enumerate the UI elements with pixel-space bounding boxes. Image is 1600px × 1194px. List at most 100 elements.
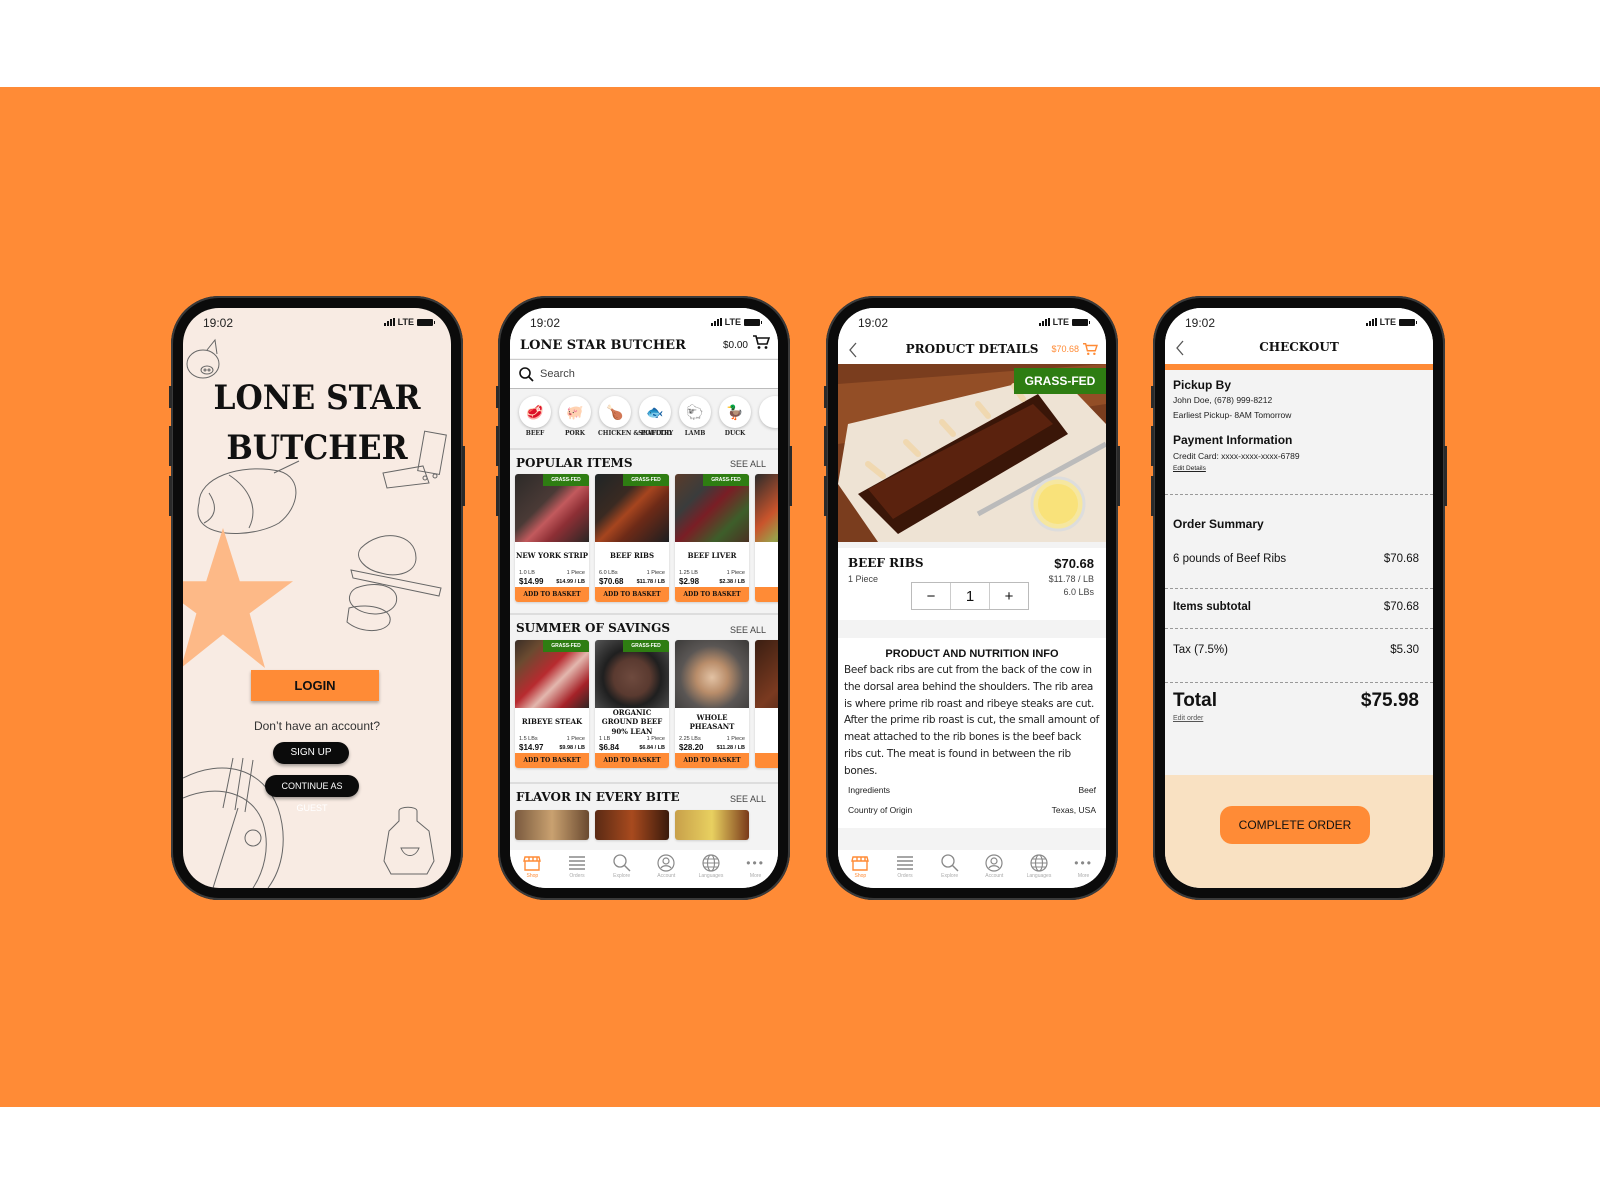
sign-up-button[interactable]: SIGN UP [273,742,349,764]
ribs-sketch-icon [183,757,284,888]
add-to-basket-button[interactable]: ADD TO BASKET [675,753,749,768]
shop-icon [523,856,542,871]
product-price: $14.97 [519,743,544,752]
pickup-time: Earliest Pickup- 8AM Tomorrow [1173,410,1292,420]
cart-icon[interactable] [752,334,770,350]
tab-explore[interactable]: Explore [602,854,642,888]
tab-account[interactable]: Account [974,854,1014,888]
add-to-basket-button[interactable]: ADD TO BASKET [675,587,749,602]
product-card-partial[interactable] [675,810,749,840]
see-all-popular-link[interactable]: SEE ALL [730,459,766,469]
tab-more[interactable]: ••• More [736,854,776,888]
product-card-partial[interactable] [755,474,778,602]
tab-more[interactable]: ••• More [1064,854,1104,888]
product-card[interactable]: GRASS-FED RIBEYE STEAK 1.5 LBs 1 Piece $… [515,640,589,768]
status-bar: 19:02 LTE [838,308,1106,336]
status-time: 19:02 [858,316,889,330]
subtotal-label: Items subtotal [1173,601,1251,613]
edit-order-link[interactable]: Edit order [1173,715,1203,722]
search-input[interactable]: Search [540,368,575,380]
add-to-basket-button[interactable] [755,587,778,602]
globe-icon [702,854,720,872]
status-time: 19:02 [530,316,561,330]
bottom-tab-bar: Shop Orders Explore Account Languages ••… [510,850,778,888]
complete-order-button[interactable]: COMPLETE ORDER [1220,806,1370,844]
category-seafood[interactable]: 🐟 SEAFOOD [638,396,672,437]
product-card-partial[interactable] [515,810,589,840]
product-card-partial[interactable] [595,810,669,840]
category-beef[interactable]: 🥩 BEEF [518,396,552,437]
add-to-basket-button[interactable]: ADD TO BASKET [515,587,589,602]
divider [510,448,778,450]
tax-label: Tax (7.5%) [1173,644,1228,656]
product-weight: 1.0 LB [519,570,535,576]
product-price-per-lb: $2.38 / LB [719,579,745,585]
app-title-line-2: BUTCHER [226,428,408,468]
checkout-header: CHECKOUT [1165,334,1433,364]
category-pork[interactable]: 🐖 PORK [558,396,592,437]
shop-screen: 19:02 LTE LONE STAR BUTCHER $0.00 Search… [510,308,778,888]
line-item-name: 6 pounds of Beef Ribs [1173,553,1287,565]
product-card[interactable]: GRASS-FED BEEF LIVER 1.25 LB 1 Piece $2.… [675,474,749,602]
header-cart[interactable]: $70.68 [1051,342,1098,356]
add-to-basket-button[interactable]: ADD TO BASKET [595,587,669,602]
apron-sketch-icon [383,806,435,875]
cart-icon [1083,343,1098,356]
network-label: LTE [397,317,414,327]
product-card[interactable]: GRASS-FED NEW YORK STRIP 1.0 LB 1 Piece … [515,474,589,602]
decrease-quantity-button[interactable]: − [912,583,951,609]
quantity-value[interactable]: 1 [951,583,990,609]
tab-shop[interactable]: Shop [840,854,880,888]
category-chicken[interactable]: 🍗 CHICKEN & POULTRY [598,396,673,437]
tab-shop[interactable]: Shop [512,854,552,888]
add-to-basket-button[interactable]: ADD TO BASKET [515,753,589,768]
category-lamb[interactable]: 🐑 LAMB [678,396,712,437]
checkout-body: Pickup By John Doe, (678) 999-8212 Earli… [1165,370,1433,775]
tab-languages[interactable]: Languages [1019,854,1059,888]
increase-quantity-button[interactable]: + [990,583,1028,609]
product-pieces: 1 Piece [566,736,585,742]
edit-details-link[interactable]: Edit Details [1173,465,1206,472]
divider [1165,682,1433,683]
product-card[interactable]: GRASS-FED BEEF RIBS 6.0 LBs 1 Piece $70.… [595,474,669,602]
tab-languages[interactable]: Languages [691,854,731,888]
product-price-per-lb: $11.78 / LB [1048,574,1094,584]
tab-orders[interactable]: Orders [557,854,597,888]
product-pieces: 1 Piece [646,736,665,742]
add-to-basket-button[interactable] [755,753,778,768]
category-more[interactable] [758,396,778,428]
pig-icon: 🐖 [559,396,591,428]
tab-account[interactable]: Account [646,854,686,888]
fact-value: Texas, USA [1051,804,1096,815]
payment-card: Credit Card: xxxx-xxxx-xxxx-6789 [1173,451,1300,461]
search-bar[interactable]: Search [510,359,778,389]
product-screen: 19:02 LTE PRODUCT DETAILS $70.68 GRASS-F… [838,308,1106,888]
see-all-summer-link[interactable]: SEE ALL [730,625,766,635]
category-duck[interactable]: 🦆 DUCK [718,396,752,437]
divider [1165,628,1433,629]
signal-icon [1365,318,1377,326]
product-card[interactable]: GRASS-FED ORGANIC GROUND BEEF 90% LEAN 1… [595,640,669,768]
more-icon: ••• [1074,856,1093,870]
login-button[interactable]: LOGIN [251,670,379,701]
product-card-partial[interactable] [755,640,778,768]
account-icon [657,854,675,872]
quantity-stepper: − 1 + [911,582,1029,610]
category-more-icon [759,396,778,428]
category-row: 🥩 BEEF 🐖 PORK 🍗 CHICKEN & POULTRY 🐟 SEAFOOD … [510,390,778,450]
total-value: $75.98 [1360,690,1419,711]
see-all-flavor-link[interactable]: SEE ALL [730,794,766,804]
phone-product-details: 19:02 LTE PRODUCT DETAILS $70.68 GRASS-F… [824,296,1120,900]
no-account-text: Don’t have an account? [253,719,381,733]
add-to-basket-button[interactable]: ADD TO BASKET [595,753,669,768]
product-weight: 1.5 LBs [519,736,538,742]
status-bar: 19:02 LTE [510,308,778,336]
product-price: $28.20 [679,743,704,752]
product-card[interactable]: WHOLE PHEASANT 2.25 LBs 1 Piece $28.20 $… [675,640,749,768]
product-weight: 6.0 LBs [1063,587,1094,597]
product-price: $14.99 [519,577,544,586]
continue-as-guest-button[interactable]: CONTINUE AS GUEST [265,775,359,813]
tab-explore[interactable]: Explore [930,854,970,888]
section-title-summer: SUMMER OF SAVINGS [516,621,671,635]
tab-orders[interactable]: Orders [885,854,925,888]
